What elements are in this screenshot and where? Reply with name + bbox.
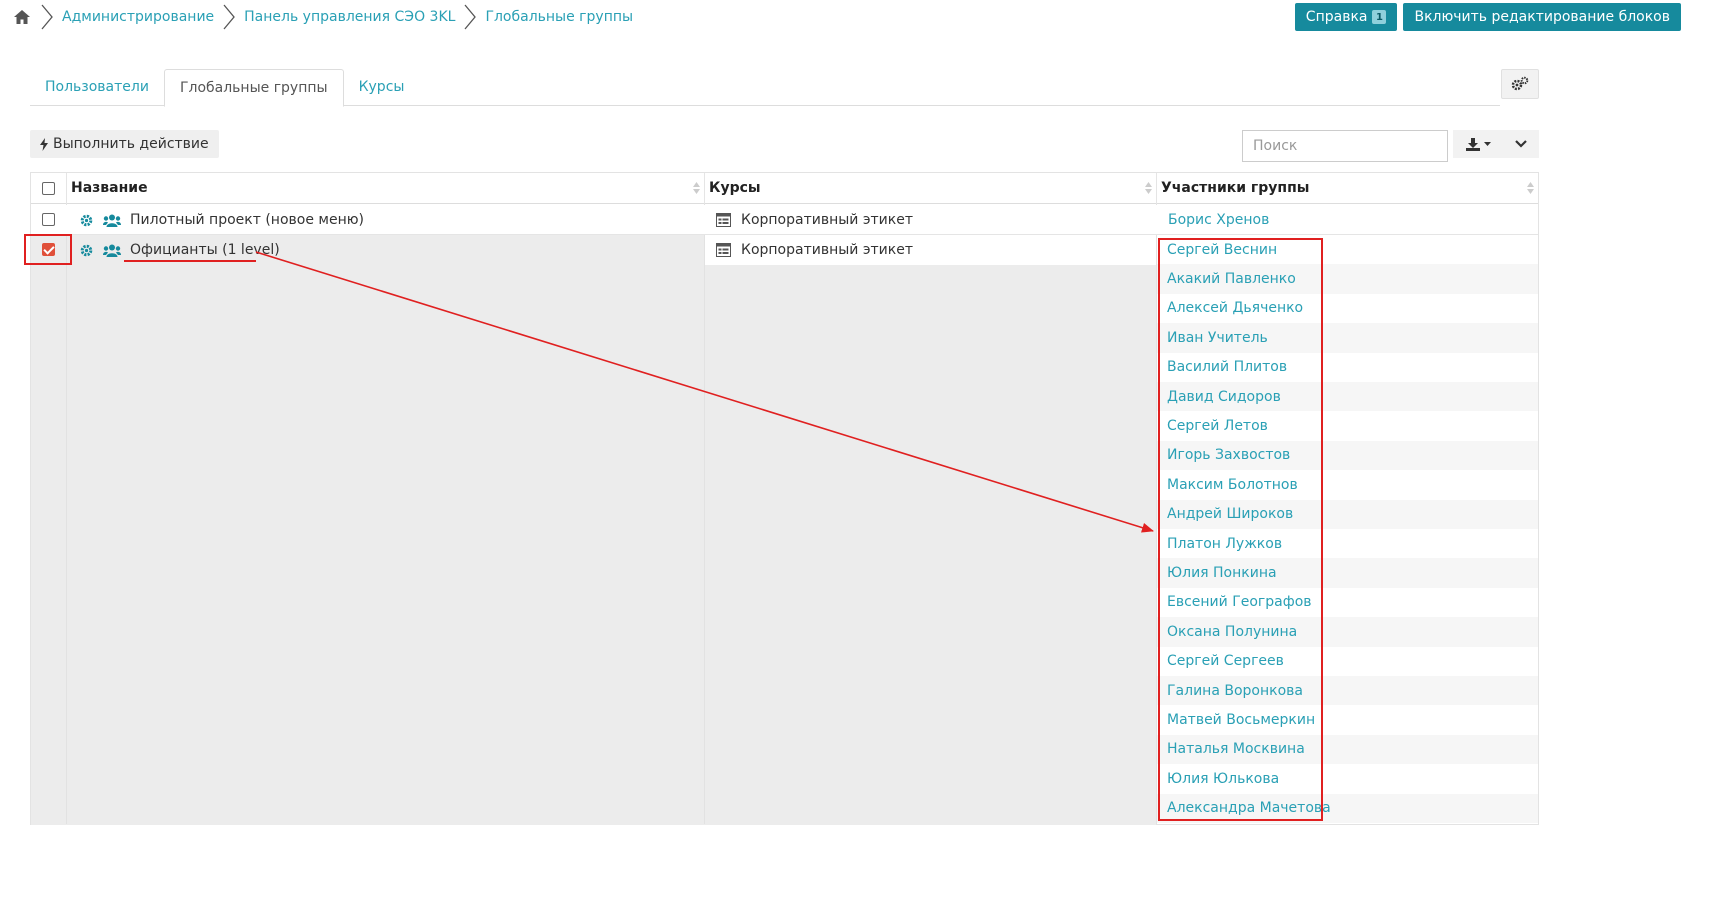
member-link[interactable]: Галина Воронкова (1157, 676, 1538, 706)
breadcrumb: Администрирование Панель управления СЭО … (12, 2, 633, 32)
users-icon[interactable] (103, 214, 121, 227)
member-link[interactable]: Василий Плитов (1157, 353, 1538, 382)
gear-icon[interactable] (79, 244, 93, 257)
expand-button[interactable] (1503, 130, 1539, 158)
table-header: Название Курсы Участники группы (31, 173, 1538, 204)
sort-icon (1145, 182, 1152, 194)
course-name[interactable]: Корпоративный этикет (741, 242, 913, 258)
select-all-checkbox[interactable] (42, 182, 55, 195)
caret-down-icon (1483, 142, 1491, 146)
member-link[interactable]: Максим Болотнов (1157, 470, 1538, 499)
search-input[interactable] (1242, 130, 1448, 162)
member-link[interactable]: Сергей Веснин (1157, 235, 1538, 264)
course-name[interactable]: Корпоративный этикет (741, 212, 913, 228)
row-checkbox[interactable] (42, 213, 55, 226)
column-header-courses-label: Курсы (709, 180, 761, 196)
download-icon (1465, 137, 1480, 151)
gears-icon (1511, 76, 1529, 91)
help-button-label: Справка (1305, 9, 1368, 25)
member-link[interactable]: Юлия Понкина (1157, 558, 1538, 588)
breadcrumb-admin[interactable]: Администрирование (62, 9, 214, 25)
member-link[interactable]: Игорь Захвостов (1157, 440, 1538, 471)
member-link[interactable]: Сергей Сергеев (1157, 647, 1538, 676)
member-link[interactable]: Матвей Восьмеркин (1157, 705, 1538, 734)
group-name[interactable]: Пилотный проект (новое меню) (130, 212, 364, 228)
perform-action-button[interactable]: Выполнить действие (30, 130, 219, 158)
member-link[interactable]: Сергей Летов (1157, 411, 1538, 440)
row-checkbox-checked[interactable] (42, 243, 55, 256)
column-header-courses[interactable]: Курсы (705, 173, 1157, 204)
chevron-right-icon (41, 4, 53, 30)
column-header-name-label: Название (71, 180, 148, 196)
member-link[interactable]: Иван Учитель (1157, 323, 1538, 353)
column-header-members-label: Участники группы (1161, 180, 1310, 196)
group-name[interactable]: Официанты (1 level) (130, 242, 280, 258)
member-link[interactable]: Алексей Дьяченко (1157, 294, 1538, 323)
sort-icon (693, 182, 700, 194)
member-link[interactable]: Наталья Москвина (1157, 734, 1538, 765)
selected-row-background (31, 235, 1156, 825)
tab-courses[interactable]: Курсы (344, 69, 420, 106)
course-icon (716, 213, 731, 227)
home-icon[interactable] (12, 7, 32, 27)
sort-icon (1527, 182, 1534, 194)
breadcrumb-control-panel[interactable]: Панель управления СЭО 3KL (244, 9, 455, 25)
tab-users[interactable]: Пользователи (30, 69, 164, 106)
settings-button[interactable] (1501, 69, 1539, 99)
tab-global-groups[interactable]: Глобальные группы (163, 69, 344, 107)
table-row: Пилотный проект (новое меню) Корпоративн… (31, 205, 1538, 235)
column-header-name[interactable]: Название (67, 173, 705, 204)
help-button[interactable]: Справка 1 (1294, 3, 1398, 31)
chevron-down-icon (1515, 140, 1527, 148)
member-link[interactable]: Андрей Широков (1157, 499, 1538, 529)
member-link[interactable]: Борис Хренов (1168, 205, 1269, 235)
chevron-right-icon (223, 4, 236, 30)
member-link[interactable]: Оксана Полунина (1157, 617, 1538, 647)
header-actions: Справка 1 Включить редактирование блоков (1294, 3, 1681, 31)
member-link[interactable]: Платон Лужков (1157, 529, 1538, 558)
member-link[interactable]: Александра Мачетова (1157, 793, 1538, 823)
export-button[interactable] (1453, 130, 1503, 158)
member-link[interactable]: Давид Сидоров (1157, 382, 1538, 412)
member-link[interactable]: Юлия Юлькова (1157, 764, 1538, 793)
users-icon[interactable] (103, 244, 121, 257)
help-badge: 1 (1372, 10, 1387, 24)
member-link[interactable]: Евсений Географов (1157, 588, 1538, 617)
column-header-members[interactable]: Участники группы (1157, 173, 1538, 204)
course-icon (716, 243, 731, 257)
bolt-icon (40, 137, 48, 151)
chevron-right-icon (464, 4, 477, 30)
edit-blocks-button[interactable]: Включить редактирование блоков (1403, 3, 1681, 31)
breadcrumb-global-groups[interactable]: Глобальные группы (485, 9, 633, 25)
perform-action-label: Выполнить действие (53, 136, 209, 152)
groups-table: Название Курсы Участники группы Пилотный… (30, 172, 1539, 825)
member-link[interactable]: Акакий Павленко (1157, 264, 1538, 294)
tab-bar: Пользователи Глобальные группы Курсы (30, 69, 1500, 107)
gear-icon[interactable] (79, 214, 93, 227)
